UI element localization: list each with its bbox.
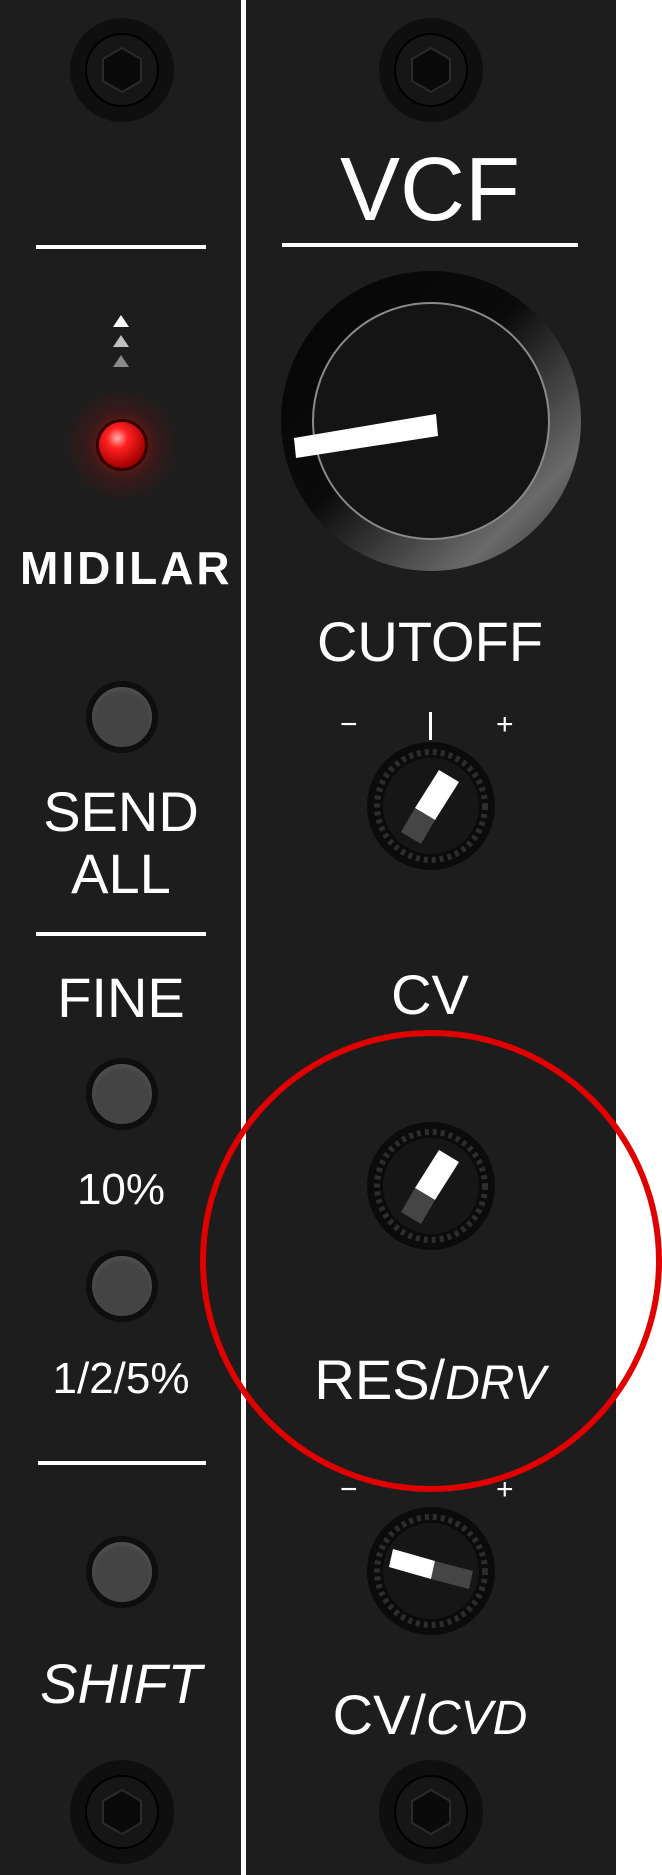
- shift-button[interactable]: [86, 1536, 158, 1608]
- screw-icon: [379, 18, 483, 122]
- left-mid-divider: [36, 932, 206, 936]
- module-title: VCF: [340, 140, 520, 240]
- cv-label-part: CV/: [332, 1683, 426, 1746]
- screw-icon: [70, 1760, 174, 1864]
- step-label: 1/2/5%: [52, 1354, 190, 1403]
- highlight-ring: [200, 1030, 662, 1492]
- cutoff-knob[interactable]: [280, 270, 582, 572]
- send-all-label-line2: ALL: [71, 842, 171, 905]
- ten-percent-label: 10%: [76, 1165, 166, 1214]
- cv-cvd-label: CV/CVD: [282, 1685, 578, 1749]
- cv-label: CV: [391, 963, 469, 1026]
- fine-label: FINE: [57, 966, 185, 1029]
- cvcvd-minus-sign: −: [340, 1473, 358, 1506]
- arrow-up-icon: [113, 315, 129, 367]
- shift-label: SHIFT: [40, 1652, 202, 1715]
- cvd-label: CVD: [426, 1692, 528, 1745]
- brand-logo: MIDILAR: [20, 542, 233, 594]
- cv-knob[interactable]: [365, 740, 497, 872]
- send-all-button[interactable]: [86, 681, 158, 753]
- left-top-divider: [36, 245, 206, 249]
- cvcvd-plus-sign: +: [496, 1473, 514, 1506]
- title-underline: [282, 243, 578, 247]
- cv-center-tick: [429, 712, 432, 740]
- cv-cvd-knob[interactable]: [365, 1505, 497, 1637]
- screw-icon: [70, 18, 174, 122]
- left-bottom-divider: [38, 1461, 206, 1465]
- fine-step-button[interactable]: [86, 1250, 158, 1322]
- status-led: [64, 387, 180, 503]
- fine-10-button[interactable]: [86, 1058, 158, 1130]
- send-all-label-line1: SEND: [43, 780, 199, 843]
- cv-minus-sign: −: [340, 708, 358, 741]
- cutoff-label: CUTOFF: [316, 610, 544, 673]
- screw-icon: [379, 1760, 483, 1864]
- cv-plus-sign: +: [496, 708, 514, 741]
